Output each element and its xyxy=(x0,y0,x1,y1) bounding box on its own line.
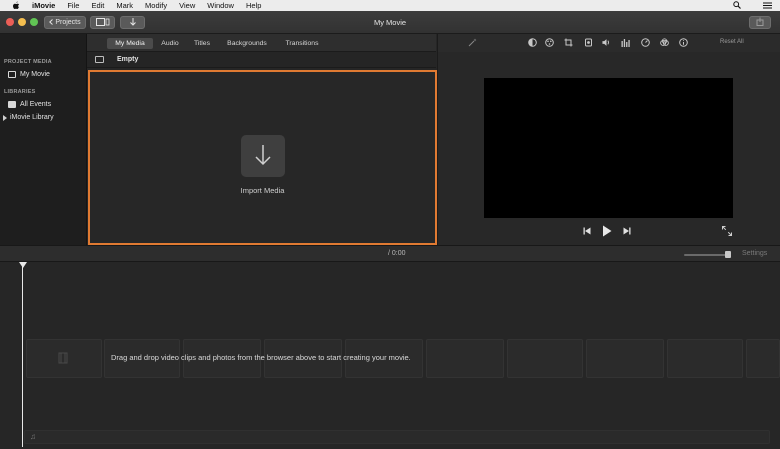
preview-screen xyxy=(484,78,733,218)
timecode-display: / 0:00 xyxy=(388,250,406,257)
menu-view[interactable]: View xyxy=(173,1,201,10)
events-icon xyxy=(8,101,16,108)
menu-bar: iMovie File Edit Mark Modify View Window… xyxy=(0,0,780,11)
zoom-slider-track[interactable] xyxy=(684,254,730,256)
browser-tabs: My Media Audio Titles Backgrounds Transi… xyxy=(87,34,436,52)
settings-button[interactable]: Settings xyxy=(742,250,767,257)
clip-placeholder xyxy=(426,339,504,378)
import-media-button[interactable] xyxy=(241,135,285,177)
filter-icon[interactable] xyxy=(660,38,669,47)
sidebar-toggle-icon[interactable] xyxy=(95,56,104,63)
skip-forward-icon[interactable] xyxy=(622,226,632,236)
window-title: My Movie xyxy=(373,18,407,27)
crop-icon[interactable] xyxy=(564,38,573,47)
sidebar-item-label: All Events xyxy=(20,101,52,108)
clip-placeholder xyxy=(667,339,743,378)
tab-titles[interactable]: Titles xyxy=(189,38,215,49)
camera-icon[interactable] xyxy=(584,38,593,47)
timeline[interactable]: Drag and drop video clips and photos fro… xyxy=(0,262,780,449)
music-note-icon: ♫ xyxy=(30,432,36,441)
list-icon[interactable] xyxy=(763,2,772,11)
sidebar: PROJECT MEDIA My Movie LIBRARIES All Eve… xyxy=(0,34,87,245)
disclosure-triangle-icon[interactable] xyxy=(3,114,7,121)
apple-icon[interactable] xyxy=(11,1,20,10)
sidebar-item-label: My Movie xyxy=(20,71,50,78)
search-icon[interactable] xyxy=(733,1,741,11)
clip-placeholder xyxy=(586,339,664,378)
browser-filter-bar: Empty xyxy=(87,52,436,68)
menu-edit[interactable]: Edit xyxy=(85,1,110,10)
sidebar-item-imovie-library[interactable]: iMovie Library xyxy=(3,114,54,121)
menu-mark[interactable]: Mark xyxy=(110,1,139,10)
filter-label: Empty xyxy=(117,56,139,63)
tab-transitions[interactable]: Transitions xyxy=(281,38,323,49)
viewer-panel xyxy=(437,52,780,245)
menu-window[interactable]: Window xyxy=(201,1,240,10)
libraries-header: LIBRARIES xyxy=(4,89,36,95)
film-icon xyxy=(57,352,69,364)
play-icon[interactable] xyxy=(601,224,613,237)
audio-track[interactable] xyxy=(24,430,770,444)
color-balance-icon[interactable] xyxy=(528,38,537,47)
timeline-header: / 0:00 Settings xyxy=(0,245,780,262)
clip-placeholder xyxy=(746,339,780,378)
import-media-label: Import Media xyxy=(240,186,285,195)
fullscreen-icon[interactable] xyxy=(721,225,732,236)
tab-backgrounds[interactable]: Backgrounds xyxy=(223,38,271,49)
sidebar-item-label: iMovie Library xyxy=(10,114,54,121)
clip-placeholder xyxy=(507,339,583,378)
menu-modify[interactable]: Modify xyxy=(139,1,173,10)
skip-back-icon[interactable] xyxy=(582,226,592,236)
share-button[interactable] xyxy=(749,16,771,29)
import-media-dropzone[interactable]: Import Media xyxy=(88,70,437,245)
menu-help[interactable]: Help xyxy=(240,1,267,10)
color-palette-icon[interactable] xyxy=(545,38,554,47)
arrow-down-icon xyxy=(253,143,273,169)
viewer-toolbar: Reset All xyxy=(437,34,780,52)
project-icon xyxy=(8,71,16,78)
playhead[interactable] xyxy=(22,264,23,447)
sidebar-item-my-movie[interactable]: My Movie xyxy=(8,71,50,78)
timeline-drop-message: Drag and drop video clips and photos fro… xyxy=(111,353,411,362)
project-media-header: PROJECT MEDIA xyxy=(4,59,52,65)
reset-all-button[interactable]: Reset All xyxy=(720,39,744,45)
equalizer-icon[interactable] xyxy=(621,38,630,47)
menu-file[interactable]: File xyxy=(61,1,85,10)
tab-my-media[interactable]: My Media xyxy=(107,38,153,49)
zoom-slider-knob[interactable] xyxy=(725,251,732,258)
info-icon[interactable] xyxy=(679,38,688,47)
magic-wand-icon[interactable] xyxy=(468,38,477,47)
window-toolbar: Projects My Movie xyxy=(0,11,780,34)
menu-app-name[interactable]: iMovie xyxy=(26,1,61,10)
speed-icon[interactable] xyxy=(641,38,650,47)
sidebar-item-all-events[interactable]: All Events xyxy=(8,101,51,108)
volume-icon[interactable] xyxy=(602,38,611,47)
share-icon xyxy=(756,17,764,28)
tab-audio[interactable]: Audio xyxy=(156,38,184,49)
playhead-handle[interactable] xyxy=(19,262,27,268)
